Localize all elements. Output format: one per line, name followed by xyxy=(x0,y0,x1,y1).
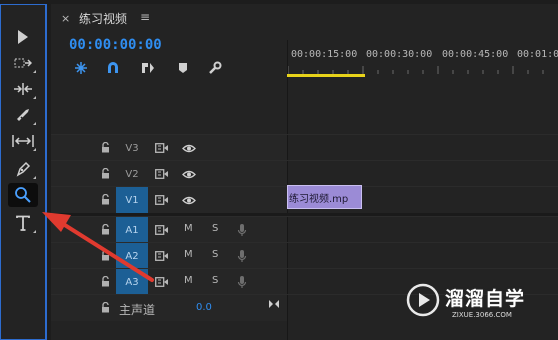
track-header-master: 主声道 0.0 xyxy=(51,295,287,321)
track-row-v2: V2 xyxy=(51,160,558,187)
lock-icon[interactable] xyxy=(101,142,110,153)
solo-button[interactable]: S xyxy=(212,275,218,286)
pen-icon xyxy=(16,161,31,177)
lock-icon[interactable] xyxy=(101,194,110,205)
mute-button[interactable]: M xyxy=(184,249,193,260)
lock-icon[interactable] xyxy=(101,302,110,313)
track-header-a2: A2 M S xyxy=(51,243,287,269)
razor-tool-button[interactable] xyxy=(8,103,38,127)
wrench-icon xyxy=(209,61,222,74)
video-clip[interactable]: 练习视频.mp xyxy=(287,185,362,209)
track-name-a1[interactable]: A1 xyxy=(116,217,148,243)
track-header-v2: V2 xyxy=(51,161,287,187)
sync-lock-film-icon[interactable] xyxy=(155,169,169,179)
sync-lock-film-icon[interactable] xyxy=(155,143,169,153)
lock-icon[interactable] xyxy=(101,224,110,235)
ruler-label-15s: 00:00:15:00 xyxy=(291,49,358,60)
track-select-icon xyxy=(14,58,32,68)
lock-icon[interactable] xyxy=(101,276,110,287)
solo-button[interactable]: S xyxy=(212,249,218,260)
sync-lock-film-icon[interactable] xyxy=(155,195,169,205)
sync-lock-film-icon[interactable] xyxy=(155,277,169,287)
microphone-icon[interactable] xyxy=(237,275,247,289)
sync-lock-film-icon[interactable] xyxy=(155,251,169,261)
ruler-label-45s: 00:00:45:00 xyxy=(442,49,509,60)
zoom-tool-button[interactable] xyxy=(8,183,38,207)
pen-tool-button[interactable] xyxy=(8,157,38,181)
linked-selection-icon xyxy=(142,63,154,73)
marker-icon xyxy=(179,63,187,73)
tab-close-button[interactable]: × xyxy=(61,12,70,25)
timeline-settings-button[interactable] xyxy=(205,59,225,77)
eye-icon[interactable] xyxy=(182,144,196,153)
track-row-a1: A1 M S xyxy=(51,216,558,243)
ruler-label-60s: 00:01:00 xyxy=(517,49,558,60)
snap-button[interactable] xyxy=(103,59,123,77)
track-name-v3[interactable]: V3 xyxy=(116,135,148,161)
lock-icon[interactable] xyxy=(101,250,110,261)
track-name-v2[interactable]: V2 xyxy=(116,161,148,187)
track-header-v3: V3 xyxy=(51,135,287,161)
nest-toggle-button[interactable] xyxy=(71,59,91,77)
arrow-pointer-icon xyxy=(18,30,28,44)
playhead-timecode[interactable]: 00:00:00:00 xyxy=(69,37,162,53)
watermark-subtitle: ZIXUE.3066.COM xyxy=(452,311,512,319)
play-logo-icon xyxy=(406,283,440,317)
ripple-edit-tool-button[interactable] xyxy=(8,77,38,101)
slip-tool-button[interactable] xyxy=(8,129,38,153)
razor-icon xyxy=(17,109,29,121)
track-row-v3: V3 xyxy=(51,134,558,161)
track-name-a3[interactable]: A3 xyxy=(116,269,148,295)
sync-lock-film-icon[interactable] xyxy=(155,225,169,235)
time-ruler[interactable] xyxy=(288,66,558,74)
magnet-icon xyxy=(108,62,118,73)
selection-tool-button[interactable] xyxy=(8,25,38,49)
master-volume-value[interactable]: 0.0 xyxy=(196,302,212,313)
watermark: 溜溜自学 ZIXUE.3066.COM xyxy=(405,276,530,326)
mute-button[interactable]: M xyxy=(184,275,193,286)
clip-label: 练习视频.mp xyxy=(289,194,349,205)
eye-icon[interactable] xyxy=(182,170,196,179)
master-track-label: 主声道 xyxy=(119,303,156,317)
type-tool-button[interactable] xyxy=(8,211,38,235)
solo-button[interactable]: S xyxy=(212,223,218,234)
sequence-tab-title[interactable]: 练习视频 xyxy=(79,10,127,27)
tools-panel xyxy=(0,4,47,340)
magnifier-icon xyxy=(15,187,31,203)
nest-sequence-icon xyxy=(75,62,87,74)
work-area-bar[interactable] xyxy=(287,74,365,77)
track-row-a2: A2 M S xyxy=(51,242,558,269)
mute-button[interactable]: M xyxy=(184,223,193,234)
track-name-v1[interactable]: V1 xyxy=(116,187,148,213)
type-icon xyxy=(16,215,30,231)
watermark-title: 溜溜自学 xyxy=(445,288,526,310)
linked-selection-button[interactable] xyxy=(138,59,158,77)
track-select-tool-button[interactable] xyxy=(8,51,38,75)
add-marker-button[interactable] xyxy=(173,59,193,77)
lock-icon[interactable] xyxy=(101,168,110,179)
slip-icon xyxy=(12,135,34,147)
microphone-icon[interactable] xyxy=(237,249,247,263)
track-name-a2[interactable]: A2 xyxy=(116,243,148,269)
eye-icon[interactable] xyxy=(182,196,196,205)
microphone-icon[interactable] xyxy=(237,223,247,237)
track-header-v1: V1 xyxy=(51,187,287,213)
track-header-a3: A3 M S xyxy=(51,269,287,295)
tab-menu-icon[interactable]: ≡ xyxy=(140,10,150,24)
go-to-end-icon[interactable] xyxy=(268,299,280,309)
ripple-edit-icon xyxy=(14,83,32,95)
track-header-a1: A1 M S xyxy=(51,217,287,243)
ruler-label-30s: 00:00:30:00 xyxy=(366,49,433,60)
